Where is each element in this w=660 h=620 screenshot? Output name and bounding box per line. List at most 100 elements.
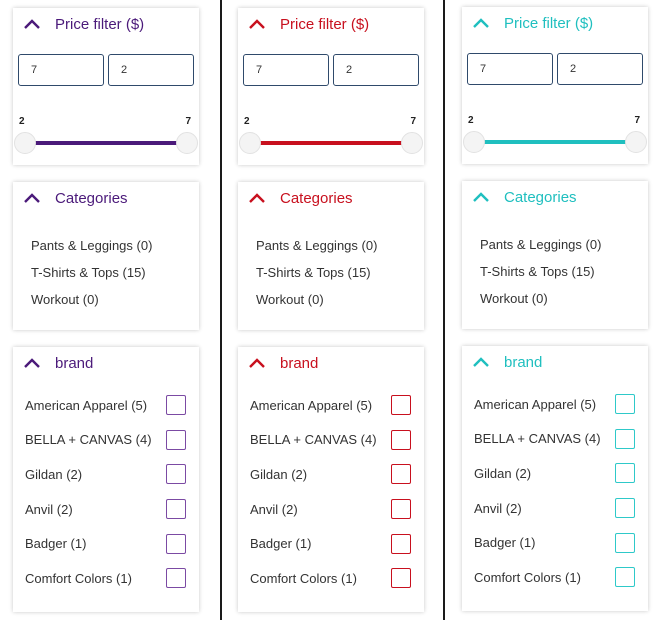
categories-header[interactable]: Categories [238,182,424,214]
brand-option-label: Badger (1) [474,535,536,551]
brand-option[interactable]: Gildan (2) [25,457,199,492]
brand-checkbox[interactable] [166,429,186,450]
min-price-input[interactable]: 7 [243,54,329,86]
brand-checkbox[interactable] [391,499,411,520]
brand-checkbox[interactable] [391,429,411,450]
max-price-input[interactable]: 2 [333,54,419,86]
brand-option[interactable]: Badger (1) [25,526,199,561]
brand-option-label: Badger (1) [250,536,312,552]
price-filter-header[interactable]: Price filter ($) [238,8,424,40]
max-price-input[interactable]: 2 [108,54,194,86]
brand-option[interactable]: American Apparel (5) [25,388,199,423]
category-item[interactable]: Pants & Leggings (0) [480,231,648,258]
brand-option[interactable]: BELLA + CANVAS (4) [250,423,424,458]
brand-option-label: BELLA + CANVAS (4) [474,431,601,447]
brand-option-label: American Apparel (5) [250,397,373,413]
price-filter-header[interactable]: Price filter ($) [13,8,199,40]
slider-min-thumb[interactable] [14,132,36,154]
brand-checkbox[interactable] [391,395,411,416]
brand-title: brand [280,354,319,372]
price-filter-header[interactable]: Price filter ($) [462,7,648,39]
brand-option[interactable]: Anvil (2) [25,492,199,527]
slider-max-thumb[interactable] [625,131,647,153]
min-price-input[interactable]: 7 [18,54,104,86]
brand-option-label: Anvil (2) [474,500,522,516]
brand-checkbox[interactable] [166,464,186,485]
brand-list: American Apparel (5) BELLA + CANVAS (4) Gi… [238,379,424,596]
brand-option[interactable]: BELLA + CANVAS (4) [25,423,199,458]
brand-checkbox[interactable] [615,532,635,553]
category-list: Pants & Leggings (0) T-Shirts & Tops (15)… [13,214,199,313]
brand-checkbox[interactable] [391,533,411,554]
price-range-slider[interactable]: 2 7 [13,108,199,154]
brand-option-label: Anvil (2) [25,501,73,517]
categories-header[interactable]: Categories [13,182,199,214]
slider-min-thumb[interactable] [239,132,261,154]
brand-option[interactable]: Badger (1) [474,525,648,560]
brand-option[interactable]: Anvil (2) [474,491,648,526]
slider-min-label: 2 [468,115,474,126]
brand-option[interactable]: Comfort Colors (1) [25,561,199,596]
brand-checkbox[interactable] [615,394,635,415]
brand-card: brand American Apparel (5) BELLA + CANVAS… [238,347,424,612]
brand-option[interactable]: Gildan (2) [250,457,424,492]
brand-option-label: Comfort Colors (1) [250,570,357,586]
price-filter-card: Price filter ($) 7 2 2 7 [13,8,199,165]
brand-header[interactable]: brand [462,346,648,378]
min-price-input[interactable]: 7 [467,53,553,85]
brand-checkbox[interactable] [615,428,635,449]
category-item[interactable]: Pants & Leggings (0) [31,232,199,259]
brand-header[interactable]: brand [238,347,424,379]
brand-option[interactable]: Badger (1) [250,526,424,561]
brand-checkbox[interactable] [391,464,411,485]
chevron-up-icon[interactable] [248,192,266,204]
category-item[interactable]: Workout (0) [480,285,648,312]
chevron-up-icon[interactable] [472,191,490,203]
categories-header[interactable]: Categories [462,181,648,213]
price-range-slider[interactable]: 2 7 [238,108,424,154]
price-filter-title: Price filter ($) [504,14,594,32]
category-item[interactable]: T-Shirts & Tops (15) [31,259,199,286]
brand-list: American Apparel (5) BELLA + CANVAS (4) Gi… [462,378,648,595]
slider-max-thumb[interactable] [176,132,198,154]
price-range-slider[interactable]: 2 7 [462,107,648,153]
max-price-input[interactable]: 2 [557,53,643,85]
chevron-up-icon[interactable] [472,356,490,368]
brand-checkbox[interactable] [166,533,186,554]
brand-option[interactable]: American Apparel (5) [474,387,648,422]
brand-checkbox[interactable] [391,568,411,589]
chevron-up-icon[interactable] [23,18,41,30]
brand-option[interactable]: BELLA + CANVAS (4) [474,422,648,457]
chevron-up-icon[interactable] [248,18,266,30]
categories-title: Categories [55,189,128,207]
brand-option-label: BELLA + CANVAS (4) [250,432,377,448]
brand-checkbox[interactable] [615,463,635,484]
chevron-up-icon[interactable] [23,357,41,369]
brand-option-label: American Apparel (5) [474,396,597,412]
chevron-up-icon[interactable] [472,17,490,29]
brand-checkbox[interactable] [615,567,635,588]
brand-checkbox[interactable] [615,498,635,519]
brand-option[interactable]: Gildan (2) [474,456,648,491]
slider-max-thumb[interactable] [401,132,423,154]
brand-option[interactable]: Comfort Colors (1) [474,560,648,595]
categories-card: Categories Pants & Leggings (0) T-Shirts … [238,182,424,330]
brand-option[interactable]: American Apparel (5) [250,388,424,423]
slider-min-label: 2 [244,116,250,127]
brand-header[interactable]: brand [13,347,199,379]
chevron-up-icon[interactable] [23,192,41,204]
brand-option[interactable]: Anvil (2) [250,492,424,527]
filter-panel: Price filter ($) 7 2 2 7 Categories Pant… [13,0,201,620]
slider-min-thumb[interactable] [463,131,485,153]
category-item[interactable]: Workout (0) [31,286,199,313]
brand-checkbox[interactable] [166,499,186,520]
chevron-up-icon[interactable] [248,357,266,369]
brand-option[interactable]: Comfort Colors (1) [250,561,424,596]
category-item[interactable]: T-Shirts & Tops (15) [256,259,424,286]
category-item[interactable]: Pants & Leggings (0) [256,232,424,259]
brand-option-label: American Apparel (5) [25,397,148,413]
category-item[interactable]: Workout (0) [256,286,424,313]
brand-checkbox[interactable] [166,568,186,589]
category-item[interactable]: T-Shirts & Tops (15) [480,258,648,285]
brand-checkbox[interactable] [166,395,186,416]
